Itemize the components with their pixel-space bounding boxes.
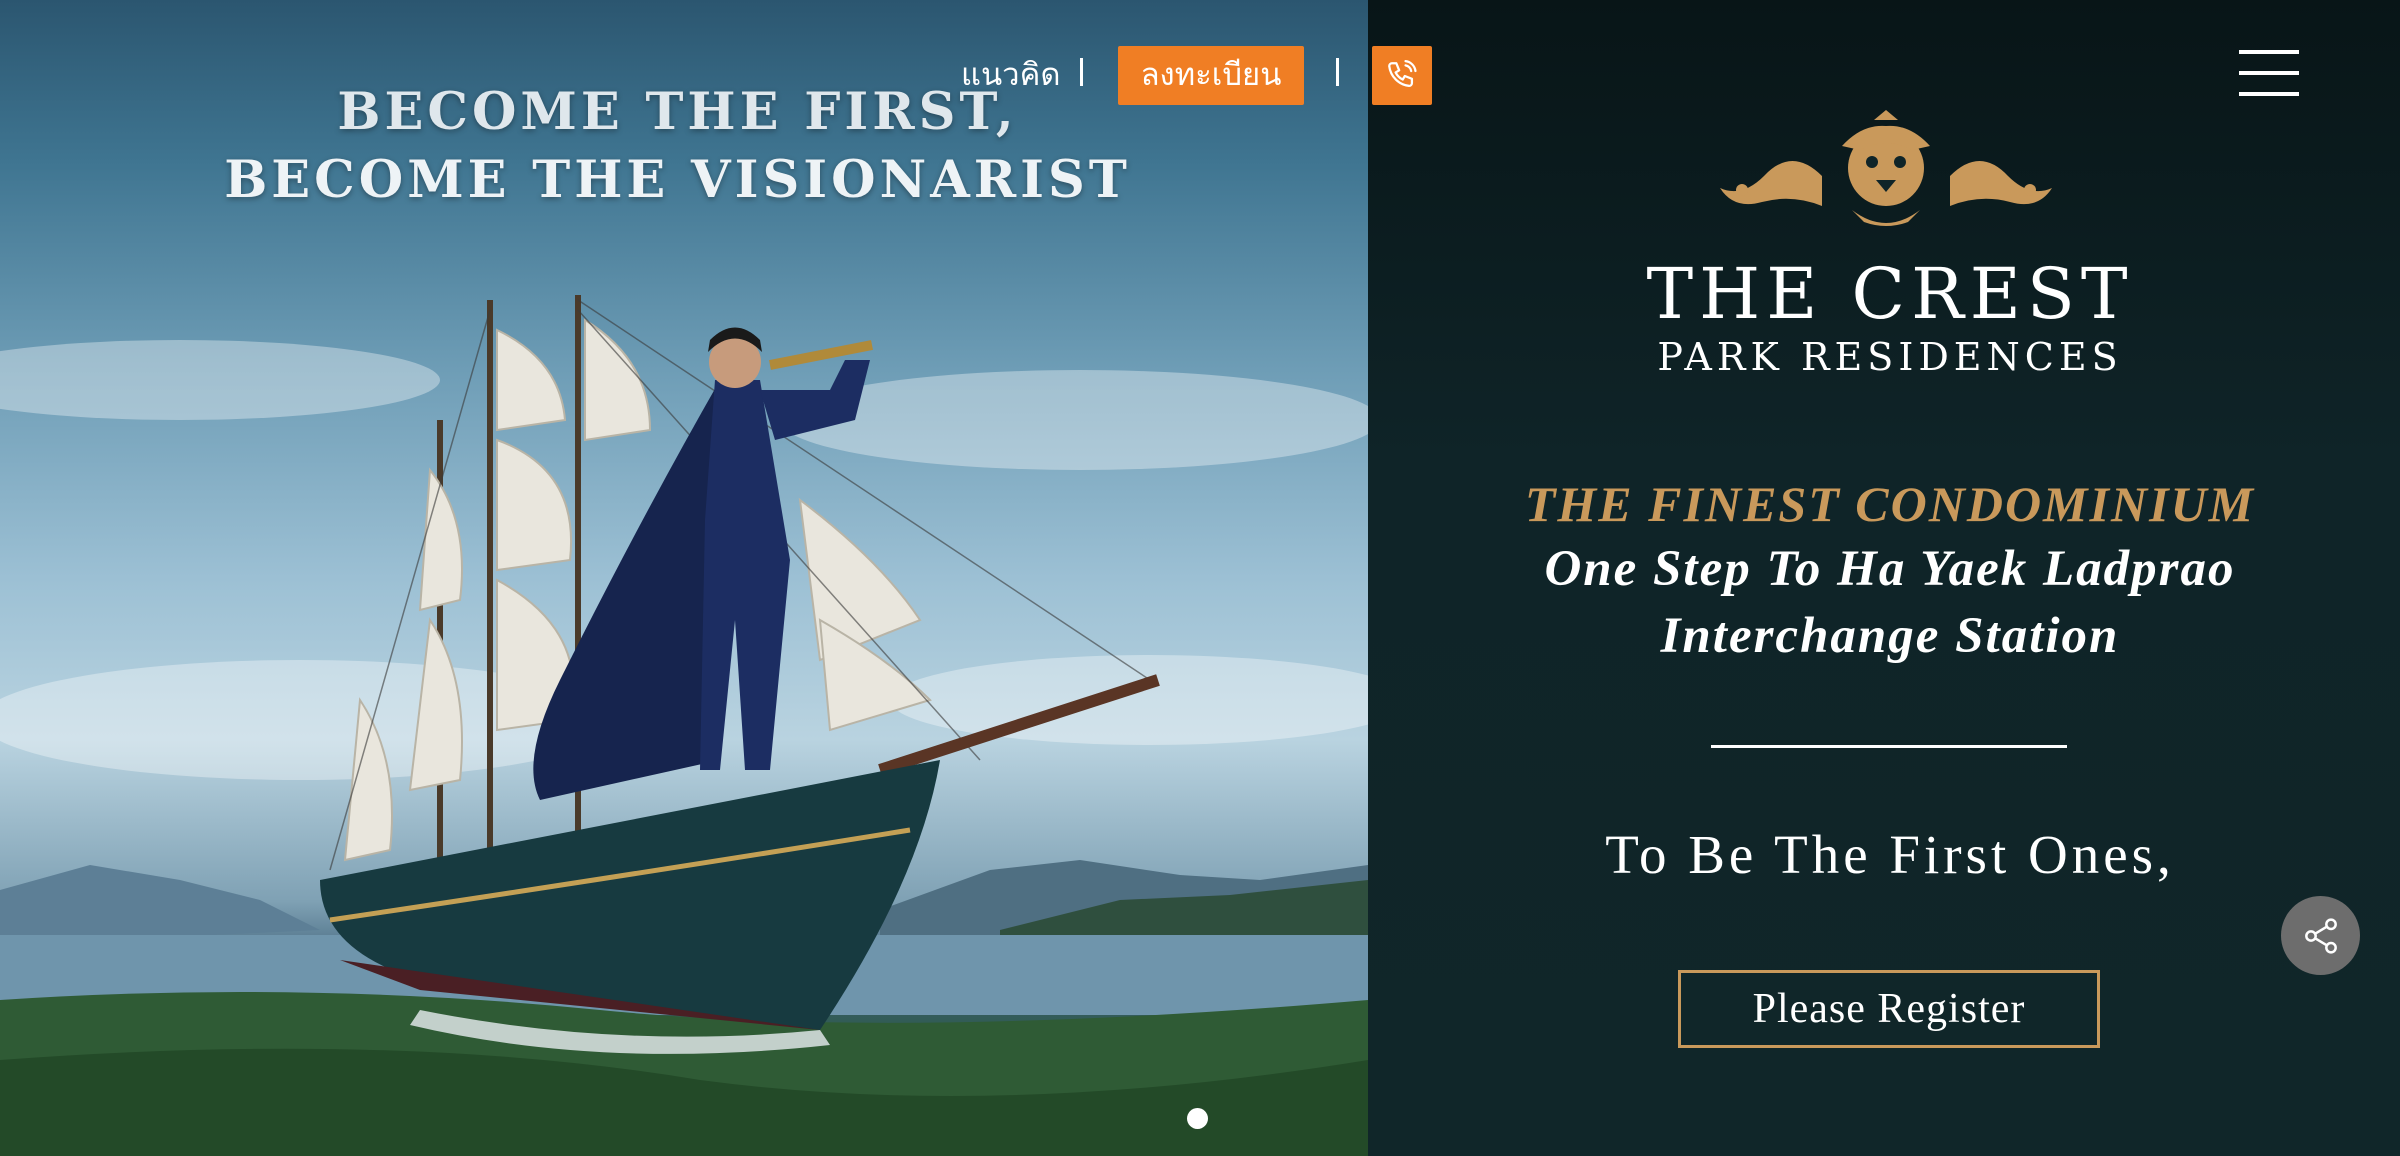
carousel-dot-active[interactable] [1187, 1108, 1208, 1129]
tagline-location-line-1: One Step To Ha Yaek Ladprao [1544, 541, 2236, 597]
nav-separator [1080, 52, 1083, 90]
nav-separator [1336, 52, 1339, 90]
brand-subtitle: PARK RESIDENCES [1657, 335, 2123, 379]
phone-icon [1388, 59, 1417, 87]
nav-link-concept[interactable]: แนวคิด [961, 52, 1060, 98]
phone-button[interactable] [1372, 46, 1432, 105]
tagline-first-ones: To Be The First Ones, [1605, 824, 2175, 885]
hamburger-menu-icon[interactable] [2239, 50, 2299, 96]
headline-line-2: BECOME THE VISIONARIST [224, 150, 1131, 210]
divider [1711, 745, 2067, 748]
share-icon [2304, 917, 2337, 954]
share-button[interactable] [2281, 896, 2360, 975]
please-register-button[interactable]: Please Register [1678, 970, 2100, 1048]
tagline-gold: THE FINEST CONDOMINIUM [1524, 476, 2256, 532]
lion-crest-icon [1720, 110, 2052, 226]
tagline-location-line-2: Interchange Station [1660, 608, 2120, 664]
tagline-location: One Step To Ha Yaek Ladprao Interchange … [1420, 536, 2360, 670]
register-button[interactable]: ลงทะเบียน [1118, 46, 1304, 105]
hero-banner: BECOME THE FIRST, BECOME THE VISIONARIST [0, 0, 1368, 1156]
brand-name: THE CREST [1646, 253, 2134, 335]
